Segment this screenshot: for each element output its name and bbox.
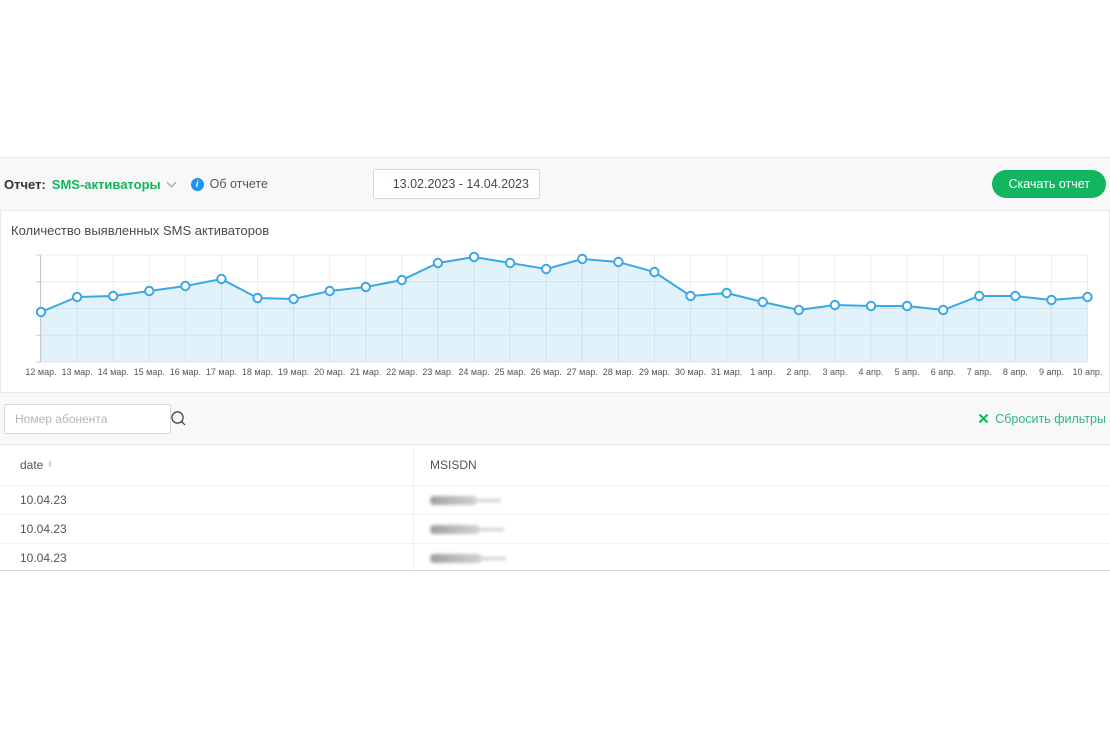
svg-text:18 мар.: 18 мар.: [242, 367, 273, 377]
svg-text:24 мар.: 24 мар.: [458, 367, 489, 377]
about-report-link[interactable]: i Об отчете: [191, 177, 268, 191]
x-icon: [978, 413, 989, 424]
table-row: 10.04.23: [0, 515, 1110, 544]
cell-msisdn: [413, 554, 482, 563]
svg-text:4 апр.: 4 апр.: [859, 367, 884, 377]
chevron-down-icon: [166, 178, 176, 188]
svg-text:22 мар.: 22 мар.: [386, 367, 417, 377]
svg-text:5 апр.: 5 апр.: [895, 367, 920, 377]
column-divider: [413, 445, 414, 570]
sms-activators-area-chart: 12 мар. 13 мар. 14 мар. 15 мар. 16 мар. 17 ма…: [1, 243, 1109, 388]
column-header-date[interactable]: date ▴▾: [0, 458, 413, 472]
report-header: Отчет: SMS-активаторы i Об отчете 13.02.…: [0, 158, 1110, 210]
svg-text:14 мар.: 14 мар.: [98, 367, 129, 377]
svg-text:6 апр.: 6 апр.: [931, 367, 956, 377]
redacted-msisdn: [430, 525, 480, 534]
report-label: Отчет:: [4, 177, 46, 192]
search-button[interactable]: [170, 405, 187, 433]
top-whitespace: [0, 0, 1110, 157]
svg-text:8 апр.: 8 апр.: [1003, 367, 1028, 377]
svg-text:19 мар.: 19 мар.: [278, 367, 309, 377]
svg-text:9 апр.: 9 апр.: [1039, 367, 1064, 377]
calendar-icon: [384, 177, 385, 191]
search-icon: [170, 410, 187, 427]
svg-text:21 мар.: 21 мар.: [350, 367, 381, 377]
svg-text:1 апр.: 1 апр.: [750, 367, 775, 377]
chart-card: Количество выявленных SMS активаторов 12…: [0, 210, 1110, 393]
reset-filters-link[interactable]: Сбросить фильтры: [978, 412, 1106, 426]
redacted-msisdn: [430, 554, 482, 563]
cell-date: 10.04.23: [0, 493, 413, 507]
svg-text:2 апр.: 2 апр.: [786, 367, 811, 377]
filter-bar: Сбросить фильтры: [0, 393, 1110, 444]
svg-text:16 мар.: 16 мар.: [170, 367, 201, 377]
svg-text:29 мар.: 29 мар.: [639, 367, 670, 377]
cell-msisdn: [413, 496, 477, 505]
cell-date: 10.04.23: [0, 522, 413, 536]
svg-text:10 апр.: 10 апр.: [1073, 367, 1103, 377]
column-header-msisdn: MSISDN: [413, 458, 477, 472]
report-type-dropdown[interactable]: SMS-активаторы: [52, 177, 175, 192]
reset-filters-label: Сбросить фильтры: [995, 412, 1106, 426]
svg-text:28 мар.: 28 мар.: [603, 367, 634, 377]
svg-text:25 мар.: 25 мар.: [495, 367, 526, 377]
cell-msisdn: [413, 525, 480, 534]
svg-text:31 мар.: 31 мар.: [711, 367, 742, 377]
report-name: SMS-активаторы: [52, 177, 161, 192]
svg-text:23 мар.: 23 мар.: [422, 367, 453, 377]
chart-title: Количество выявленных SMS активаторов: [1, 211, 1109, 239]
svg-text:12 мар.: 12 мар.: [25, 367, 56, 377]
sort-icon: ▴▾: [48, 461, 52, 469]
table-header-row: date ▴▾ MSISDN: [0, 445, 1110, 486]
svg-text:27 мар.: 27 мар.: [567, 367, 598, 377]
svg-text:3 апр.: 3 апр.: [822, 367, 847, 377]
subscriber-search-box: [4, 404, 171, 434]
svg-text:7 апр.: 7 апр.: [967, 367, 992, 377]
cell-date: 10.04.23: [0, 551, 413, 565]
redacted-msisdn: [430, 496, 477, 505]
svg-text:30 мар.: 30 мар.: [675, 367, 706, 377]
svg-text:17 мар.: 17 мар.: [206, 367, 237, 377]
svg-text:15 мар.: 15 мар.: [134, 367, 165, 377]
date-range-picker[interactable]: 13.02.2023 - 14.04.2023: [373, 169, 540, 199]
table-row: 10.04.23: [0, 486, 1110, 515]
results-table: date ▴▾ MSISDN 10.04.23 10.04.23 10.04.2…: [0, 444, 1110, 571]
subscriber-number-input[interactable]: [5, 412, 170, 426]
table-row: 10.04.23: [0, 544, 1110, 571]
report-band: Отчет: SMS-активаторы i Об отчете 13.02.…: [0, 157, 1110, 444]
download-report-button[interactable]: Скачать отчет: [992, 170, 1106, 198]
info-icon: i: [191, 178, 204, 191]
svg-text:26 мар.: 26 мар.: [531, 367, 562, 377]
svg-text:13 мар.: 13 мар.: [61, 367, 92, 377]
svg-text:20 мар.: 20 мар.: [314, 367, 345, 377]
about-report-label: Об отчете: [210, 177, 268, 191]
date-range-value: 13.02.2023 - 14.04.2023: [393, 177, 529, 191]
